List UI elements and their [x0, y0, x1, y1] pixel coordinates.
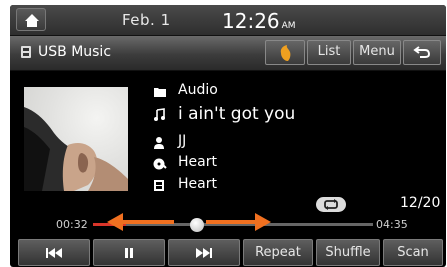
repeat-mode-badge [316, 197, 346, 212]
song-title: i ain't got you [178, 104, 296, 124]
source-title: USB Music [38, 44, 112, 60]
list-button[interactable]: List [307, 40, 351, 65]
file-name: Heart [178, 176, 217, 192]
file-icon [154, 180, 164, 191]
menu-button[interactable]: Menu [353, 40, 401, 65]
total-time: 04:35 [376, 218, 408, 231]
pause-icon [125, 248, 133, 258]
home-icon [25, 14, 39, 27]
progress-thumb[interactable] [189, 218, 204, 232]
folder-icon [154, 88, 166, 97]
arrow-left-icon [107, 213, 174, 231]
back-button[interactable] [403, 40, 441, 65]
usb-icon [21, 46, 31, 58]
arrow-right-icon [206, 213, 271, 231]
repeat-icon [324, 199, 338, 210]
album-name: Heart [178, 154, 217, 170]
time-display: 12:26 AM [222, 9, 296, 33]
orange-app-button[interactable] [265, 40, 305, 65]
folder-name: Audio [178, 82, 218, 98]
artist-icon [154, 137, 164, 149]
status-bar: Feb. 1 12:26 AM [10, 5, 446, 36]
back-arrow-icon [413, 46, 431, 58]
head-unit-screen: Feb. 1 12:26 AM USB Music List Menu Audi… [10, 5, 446, 267]
scan-button[interactable]: Scan [383, 239, 443, 266]
clock-ampm: AM [281, 21, 296, 31]
next-track-button[interactable] [168, 239, 240, 266]
elapsed-time: 00:32 [56, 218, 88, 231]
album-art [24, 87, 128, 191]
track-index: 12/20 [400, 195, 441, 211]
title-bar: USB Music List Menu [10, 36, 446, 71]
pause-button[interactable] [93, 239, 165, 266]
artist-name: JJ [178, 133, 187, 149]
repeat-button[interactable]: Repeat [243, 239, 313, 266]
skip-previous-icon [46, 248, 62, 258]
home-button[interactable] [16, 8, 46, 31]
music-note-icon [154, 108, 165, 121]
previous-track-button[interactable] [18, 239, 90, 266]
shuffle-button[interactable]: Shuffle [316, 239, 380, 266]
clock-time: 12:26 [222, 9, 280, 33]
album-art-image [24, 107, 128, 191]
orange-app-icon [280, 45, 291, 61]
skip-next-icon [196, 248, 212, 258]
date-display: Feb. 1 [122, 11, 171, 29]
album-disc-icon [153, 158, 167, 170]
